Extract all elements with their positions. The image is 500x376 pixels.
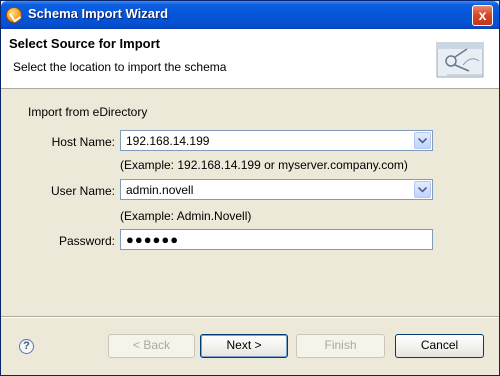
password-value: ●●●●●● (126, 232, 180, 247)
window-title: Schema Import Wizard (28, 6, 169, 21)
host-name-combo[interactable]: 192.168.14.199 (120, 130, 433, 151)
password-label: Password: (58, 234, 115, 248)
wizard-window: Schema Import Wizard x Select Source for… (0, 0, 500, 376)
cancel-button[interactable]: Cancel (395, 334, 484, 358)
chevron-down-icon[interactable] (414, 181, 431, 198)
footer-separator (1, 316, 499, 318)
host-name-value: 192.168.14.199 (126, 134, 210, 148)
next-button[interactable]: Next > (200, 334, 288, 358)
back-button[interactable]: < Back (108, 334, 195, 358)
schema-import-graphic-icon (436, 42, 484, 78)
page-title: Select Source for Import (9, 36, 160, 51)
host-name-example: (Example: 192.168.14.199 or myserver.com… (120, 158, 408, 172)
user-name-value: admin.novell (126, 183, 194, 197)
password-field[interactable]: ●●●●●● (120, 229, 433, 250)
user-name-combo[interactable]: admin.novell (120, 179, 433, 200)
page-description: Select the location to import the schema (13, 60, 227, 74)
wizard-header: Select Source for Import Select the loca… (1, 29, 499, 89)
finish-button[interactable]: Finish (296, 334, 385, 358)
close-button[interactable]: x (472, 5, 493, 26)
wizard-app-icon (6, 7, 22, 23)
host-name-label: Host Name: (51, 135, 115, 149)
user-name-label: User Name: (50, 184, 115, 198)
chevron-down-icon[interactable] (414, 132, 431, 149)
user-name-example: (Example: Admin.Novell) (120, 209, 252, 223)
help-icon[interactable]: ? (19, 339, 34, 354)
title-bar[interactable]: Schema Import Wizard x (1, 1, 499, 29)
import-group-label: Import from eDirectory (28, 105, 148, 119)
